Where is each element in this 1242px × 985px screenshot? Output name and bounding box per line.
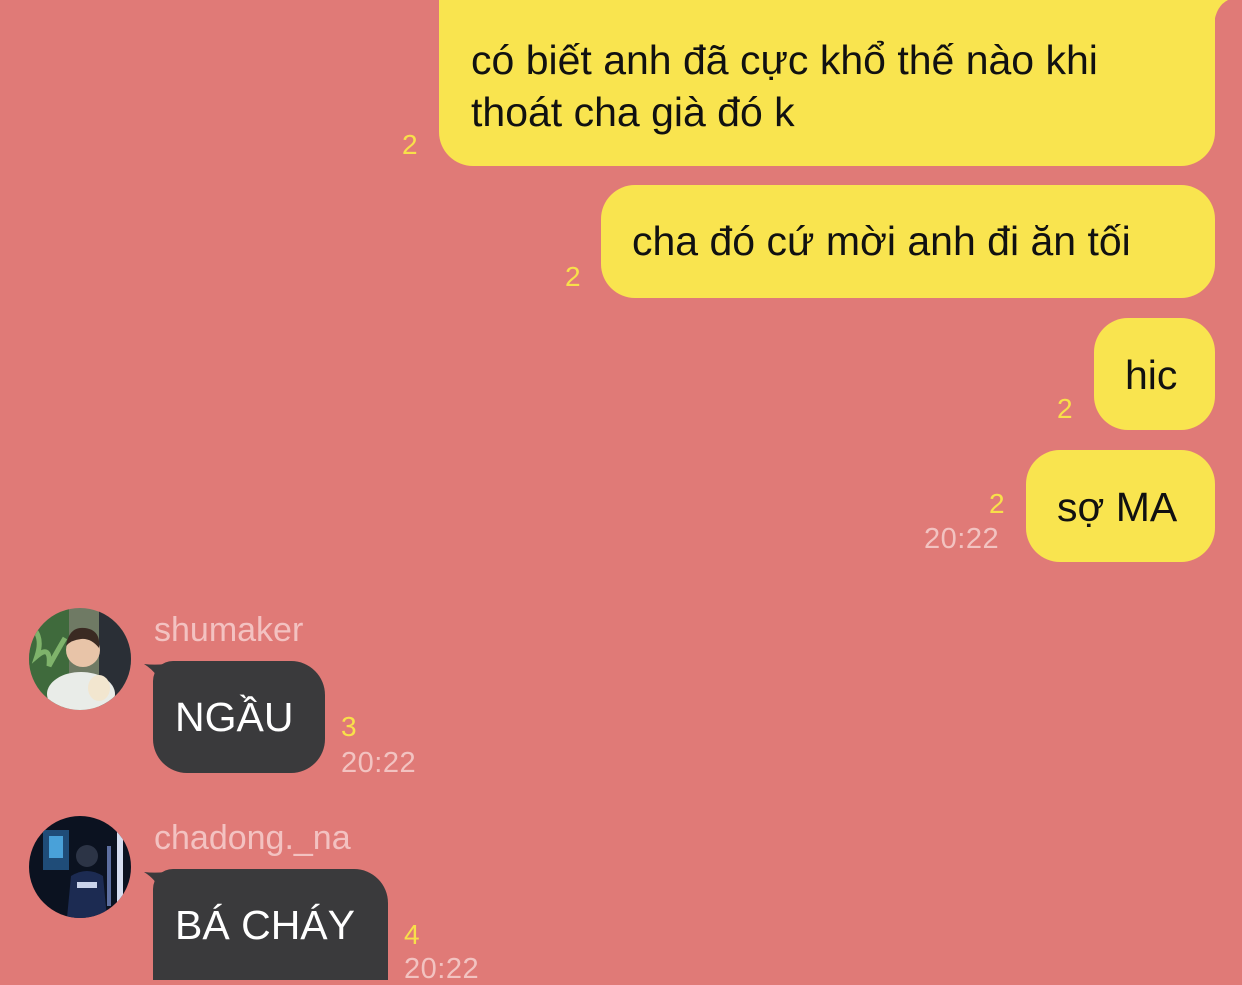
message-text: sợ MA — [1057, 484, 1178, 530]
message-text: cha đó cứ mời anh đi ăn tối — [632, 218, 1131, 264]
read-count: 2 — [565, 261, 581, 292]
read-count: 2 — [989, 488, 1005, 519]
avatar-shumaker-icon — [29, 608, 131, 710]
message-timestamp: 20:22 — [924, 523, 1000, 555]
message-text-line: có biết anh đã cực khổ thế nào khi — [471, 37, 1098, 83]
sender-name[interactable]: chadong._na — [154, 820, 351, 856]
read-count: 2 — [1057, 393, 1073, 424]
outgoing-message-bubble[interactable]: có biết anh đã cực khổ thế nào khi thoát… — [439, 0, 1215, 166]
outgoing-message-bubble[interactable]: hic — [1094, 318, 1215, 430]
avatar-chadong[interactable] — [29, 816, 131, 918]
incoming-message-bubble[interactable]: NGẦU — [153, 661, 325, 773]
read-count: 2 — [402, 129, 418, 160]
read-count: 4 — [404, 919, 420, 950]
outgoing-message-bubble[interactable]: sợ MA — [1026, 450, 1215, 562]
outgoing-message-bubble[interactable]: cha đó cứ mời anh đi ăn tối — [601, 185, 1215, 298]
message-text: hic — [1125, 352, 1178, 398]
avatar-shumaker[interactable] — [29, 608, 131, 710]
sender-name[interactable]: shumaker — [154, 612, 303, 648]
message-text-line: thoát cha già đó k — [471, 89, 795, 135]
read-count: 3 — [341, 711, 357, 742]
message-text: NGẦU — [175, 694, 294, 740]
bubble-tail-icon — [1196, 0, 1228, 24]
message-timestamp: 20:22 — [341, 747, 417, 779]
avatar-chadong-icon — [29, 816, 131, 918]
incoming-message-bubble[interactable]: BÁ CHÁY — [153, 869, 388, 980]
message-text: BÁ CHÁY — [175, 902, 355, 948]
